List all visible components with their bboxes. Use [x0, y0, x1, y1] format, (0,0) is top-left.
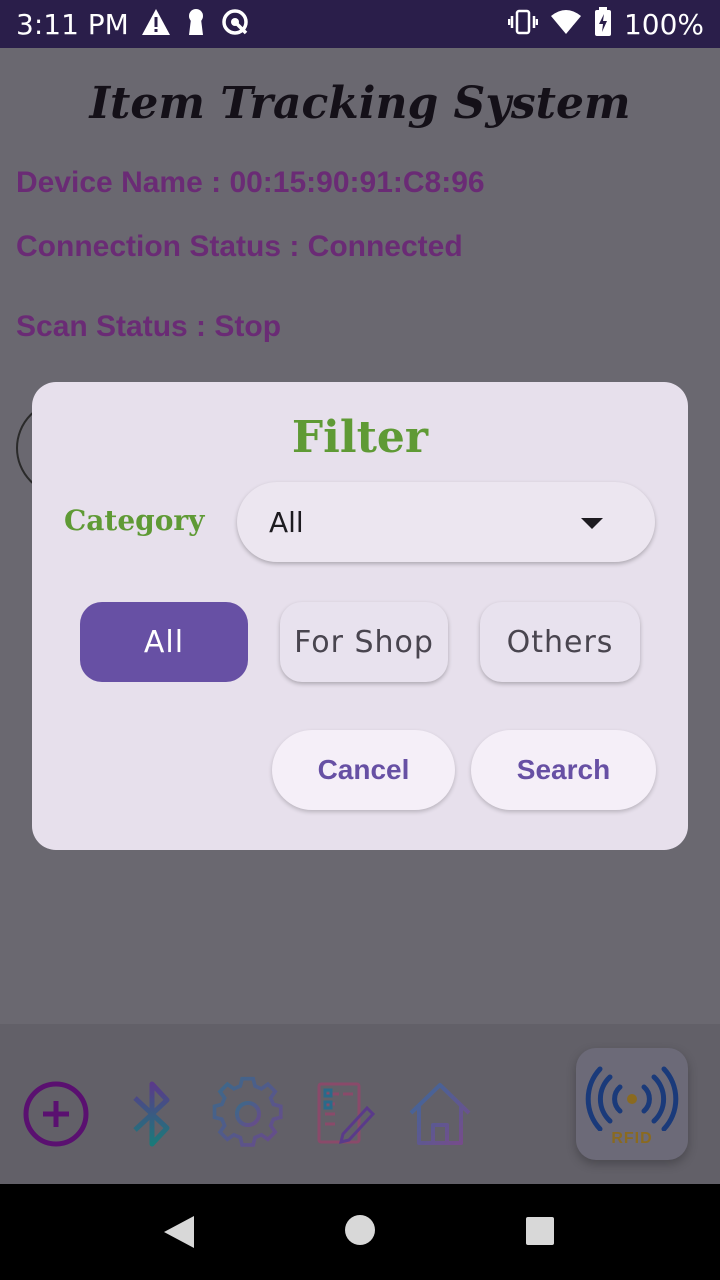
status-time: 3:11 PM [16, 8, 129, 41]
scan-status-text: Scan Status : Stop [16, 310, 282, 343]
svg-text:4: 4 [570, 24, 576, 35]
category-dropdown-value: All [269, 506, 304, 539]
rfid-label: RFID [611, 1129, 653, 1147]
status-left-icons [140, 6, 250, 42]
battery-icon [594, 6, 612, 42]
home-icon[interactable] [400, 1074, 480, 1154]
search-button[interactable]: Search [471, 730, 656, 810]
filter-dialog: Filter Category All All For Shop Others … [32, 382, 688, 850]
category-label: Category [64, 504, 205, 537]
dropdown-arrow-icon [581, 518, 603, 529]
category-dropdown[interactable]: All [237, 482, 655, 562]
rfid-scan-button[interactable]: RFID [576, 1048, 688, 1160]
app-title: Item Tracking System [89, 78, 631, 129]
vibrate-icon [507, 9, 539, 40]
chip-all[interactable]: All [80, 602, 248, 682]
status-bar: 3:11 PM 4 100% [0, 0, 720, 48]
cancel-button[interactable]: Cancel [272, 730, 455, 810]
home-circle-icon[interactable] [344, 1214, 376, 1251]
wifi-icon: 4 [550, 9, 582, 40]
document-edit-icon[interactable] [304, 1074, 384, 1154]
back-triangle-icon[interactable] [162, 1214, 196, 1255]
navigation-bar [0, 1184, 720, 1280]
connection-status-text: Connection Status : Connected [16, 230, 463, 263]
bluetooth-icon[interactable] [112, 1074, 192, 1154]
warning-icon [140, 7, 172, 42]
chip-others[interactable]: Others [480, 602, 640, 682]
settings-gear-icon[interactable] [208, 1074, 288, 1154]
status-right-icons: 4 100% [507, 6, 704, 42]
battery-percent: 100% [623, 7, 704, 41]
recents-square-icon[interactable] [525, 1216, 555, 1251]
device-name-text: Device Name : 00:15:90:91:C8:96 [16, 166, 485, 199]
chip-for-shop[interactable]: For Shop [280, 602, 448, 682]
dialog-title: Filter [291, 412, 429, 463]
sync-circle-icon [220, 7, 250, 42]
rfid-waves-icon [582, 1061, 682, 1136]
add-circle-icon[interactable] [16, 1074, 96, 1154]
keyhole-icon [186, 7, 206, 42]
